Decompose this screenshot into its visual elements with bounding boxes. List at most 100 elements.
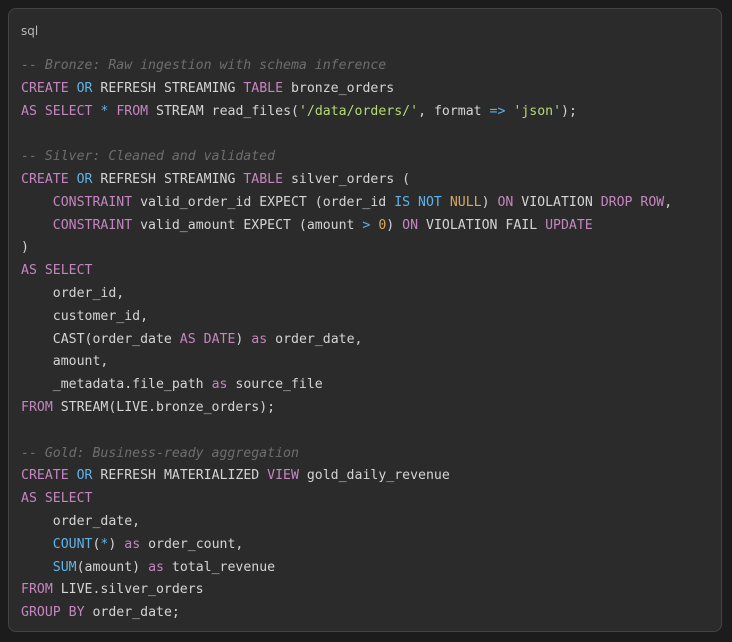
code-token: , format (418, 103, 490, 119)
code-token: order_id, (21, 285, 125, 301)
code-line: CONSTRAINT valid_order_id EXPECT (order_… (21, 192, 672, 215)
code-token: order_date; (84, 605, 180, 621)
code-content[interactable]: -- Bronze: Raw ingestion with schema inf… (21, 55, 672, 625)
code-token: ) (386, 217, 403, 233)
code-token: '/data/orders/' (298, 103, 419, 119)
code-token: VIOLATION (513, 194, 601, 210)
code-line: amount, (21, 351, 672, 374)
code-token: SUM (52, 559, 77, 575)
code-token: IS (394, 194, 411, 210)
code-token: CONSTRAINT (52, 194, 133, 210)
code-token: order_count, (140, 536, 244, 552)
code-block: sql -- Bronze: Raw ingestion with schema… (8, 8, 722, 632)
code-token: REFRESH STREAMING (92, 80, 244, 96)
code-line: _metadata.file_path as source_file (21, 374, 672, 397)
code-token: _metadata.file_path (21, 377, 212, 393)
code-line: COUNT(*) as order_count, (21, 534, 672, 557)
code-line: order_id, (21, 283, 672, 306)
code-token: amount, (21, 354, 109, 370)
code-line: FROM STREAM(LIVE.bronze_orders); (21, 397, 672, 420)
code-token: customer_id, (21, 308, 149, 324)
code-token: 'json' (513, 103, 562, 119)
code-token: as (148, 559, 164, 575)
code-token: => (489, 103, 506, 119)
code-token: ); (561, 103, 577, 119)
code-token: REFRESH STREAMING (92, 171, 244, 187)
code-token: TABLE (243, 171, 284, 187)
code-token: (amount) (76, 559, 149, 575)
code-token: AS (179, 331, 196, 347)
code-line: FROM LIVE.silver_orders (21, 579, 672, 602)
code-line: ) (21, 237, 672, 260)
code-token: as (251, 331, 268, 347)
code-token: as (124, 536, 141, 552)
code-line: AS SELECT (21, 260, 672, 283)
code-token: ON (497, 194, 514, 210)
code-token: ROW (640, 194, 665, 210)
code-token: CREATE (21, 171, 69, 187)
code-token: valid_order_id EXPECT (order_id (132, 194, 395, 210)
code-token: LIVE.silver_orders (52, 582, 204, 598)
code-token: ) (481, 194, 498, 210)
code-token: FROM (21, 399, 53, 415)
code-token: NULL (449, 194, 482, 210)
code-token: STREAM read_files( (148, 103, 299, 119)
code-token: OR (76, 468, 93, 484)
code-token: FROM (21, 582, 53, 598)
code-token: AS (21, 263, 37, 279)
code-token: AS (21, 491, 37, 507)
code-token: OR (76, 171, 93, 187)
code-token: , (664, 194, 673, 210)
code-line: CONSTRAINT valid_amount EXPECT (amount >… (21, 215, 672, 238)
code-token: -- Gold: Business-ready aggregation (21, 445, 299, 461)
code-token: DROP (600, 194, 633, 210)
code-token: COUNT (52, 536, 93, 552)
code-token: ) (21, 240, 29, 256)
code-line: -- Gold: Business-ready aggregation (21, 443, 672, 466)
code-token: SELECT (44, 103, 93, 119)
code-line: CREATE OR REFRESH MATERIALIZED VIEW gold… (21, 465, 672, 488)
code-token: VIEW (267, 468, 299, 484)
code-line: AS SELECT (21, 488, 672, 511)
code-token: ON (402, 217, 419, 233)
code-token: OR (76, 80, 93, 96)
code-token: bronze_orders (283, 80, 395, 96)
code-line: CAST(order_date AS DATE) as order_date, (21, 329, 672, 352)
code-line: AS SELECT * FROM STREAM read_files('/dat… (21, 101, 672, 124)
code-token: VIOLATION FAIL (418, 217, 546, 233)
code-token: ) (108, 536, 125, 552)
code-line: order_date, (21, 511, 672, 534)
code-token: UPDATE (545, 217, 593, 233)
code-line: SUM(amount) as total_revenue (21, 557, 672, 580)
code-token: valid_amount EXPECT (amount (132, 217, 363, 233)
code-token: CONSTRAINT (52, 217, 133, 233)
code-token: BY (68, 605, 85, 621)
code-token: ) (235, 331, 252, 347)
code-line: -- Bronze: Raw ingestion with schema inf… (21, 55, 672, 78)
code-token: silver_orders ( (283, 171, 411, 187)
code-token: STREAM(LIVE.bronze_orders); (52, 399, 276, 415)
code-token: total_revenue (163, 559, 276, 575)
code-token: as (211, 377, 228, 393)
code-language-label: sql (21, 24, 39, 38)
code-token: TABLE (243, 80, 284, 96)
code-token: SELECT (44, 491, 93, 507)
code-token: CAST(order_date (21, 331, 180, 347)
code-token: CREATE (21, 468, 69, 484)
code-token: DATE (203, 331, 236, 347)
code-token: gold_daily_revenue (298, 468, 450, 484)
code-line: CREATE OR REFRESH STREAMING TABLE silver… (21, 169, 672, 192)
